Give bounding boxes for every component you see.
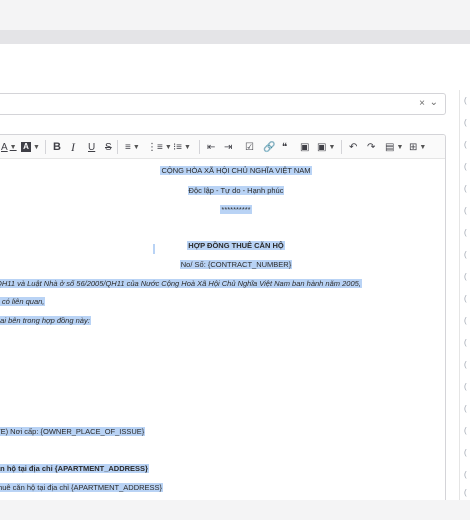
side-item[interactable]: ( — [464, 140, 467, 149]
background-color-button[interactable]: A ▼ — [21, 139, 40, 155]
toolbar-divider — [199, 140, 200, 154]
doc-country-line: CỘNG HÒA XÃ HỘI CHỦ NGHĨA VIỆT NAM — [160, 166, 312, 175]
doc-stars-line: ********** — [220, 205, 252, 214]
side-item[interactable]: ( — [464, 162, 467, 171]
quote-icon[interactable]: ❝ — [282, 139, 287, 155]
side-item[interactable]: ( — [464, 470, 467, 479]
top-bar — [0, 0, 470, 30]
doc-apartment-line: ăn hộ tại địa chỉ {APARTMENT_ADDRESS} — [0, 463, 149, 474]
doc-title: HỢP ĐỒNG THUÊ CĂN HỘ — [187, 241, 285, 250]
align-button[interactable]: ≡ ▼ — [125, 139, 140, 155]
side-item[interactable]: ( — [464, 118, 467, 127]
editor-toolbar: A ▼ A ▼ B I U S ≡ ▼ ⋮≡ ▼ ⁝≡ ▼ ⇤ ⇥ ☑ 🔗 ❝ ▣ ▣ ▼ … — [0, 135, 445, 159]
side-item[interactable]: ( — [464, 96, 467, 105]
side-item[interactable]: ( — [464, 184, 467, 193]
doc-law-line: QH11 và Luật Nhà ở số 56/2005/QH11 của N… — [0, 278, 362, 289]
side-item[interactable]: ( — [464, 382, 467, 391]
doc-contract-number: No/ Số: {CONTRACT_NUMBER} — [179, 260, 293, 269]
checklist-icon[interactable]: ☑ — [245, 139, 254, 155]
side-item[interactable]: ( — [464, 360, 467, 369]
side-item[interactable]: ( — [464, 316, 467, 325]
clear-icon[interactable]: × — [419, 98, 425, 109]
doc-owner-issue-line: TE) Nơi cấp: {OWNER_PLACE_OF_ISSUE} — [0, 426, 146, 437]
toolbar-divider — [45, 140, 46, 154]
template-icon: ▤ — [385, 141, 395, 153]
doc-rent-line: thuê căn hộ tại địa chỉ {APARTMENT_ADDRE… — [0, 482, 164, 493]
editor-content[interactable]: CỘNG HÒA XÃ HỘI CHỦ NGHĨA VIỆT NAM Độc l… — [0, 160, 445, 503]
template-button[interactable]: ▤ ▼ — [385, 139, 403, 155]
bold-button[interactable]: B — [53, 139, 61, 155]
side-item[interactable]: ( — [464, 272, 467, 281]
undo-icon[interactable]: ↶ — [349, 139, 357, 155]
indent-icon[interactable]: ⇥ — [224, 139, 232, 155]
unordered-list-button[interactable]: ⁝≡ ▼ — [173, 139, 191, 155]
side-item[interactable]: ( — [464, 206, 467, 215]
font-color-button[interactable]: A ▼ — [1, 139, 17, 155]
doc-parties-line: hai bên trong hợp đồng này: — [0, 315, 91, 326]
side-item[interactable]: ( — [464, 488, 467, 497]
ordered-list-icon: ⋮≡ — [147, 141, 163, 153]
rich-text-editor[interactable]: A ▼ A ▼ B I U S ≡ ▼ ⋮≡ ▼ ⁝≡ ▼ ⇤ ⇥ ☑ 🔗 ❝ ▣ ▣ ▼ … — [0, 134, 446, 504]
side-item[interactable]: ( — [464, 338, 467, 347]
media-button[interactable]: ▣ ▼ — [317, 139, 335, 155]
chevron-down-icon[interactable]: ⌄ — [430, 97, 438, 108]
strikethrough-button[interactable]: S — [105, 139, 112, 155]
toolbar-divider — [117, 140, 118, 154]
align-icon: ≡ — [125, 141, 131, 153]
template-select[interactable]: × ⌄ — [0, 93, 446, 115]
ordered-list-button[interactable]: ⋮≡ ▼ — [147, 139, 172, 155]
bottom-bar — [0, 500, 470, 520]
image-icon[interactable]: ▣ — [300, 139, 309, 155]
redo-icon[interactable]: ↷ — [367, 139, 375, 155]
toolbar-divider — [341, 140, 342, 154]
table-icon: ⊞ — [409, 141, 418, 153]
header-divider-band — [0, 30, 470, 44]
doc-motto-line: Độc lập - Tự do - Hạnh phúc — [187, 186, 285, 195]
doc-related-line: c có liên quan, — [0, 296, 46, 307]
side-item[interactable]: ( — [464, 294, 467, 303]
side-item[interactable]: ( — [464, 404, 467, 413]
underline-button[interactable]: U — [88, 139, 95, 155]
media-icon: ▣ — [317, 141, 327, 153]
link-icon[interactable]: 🔗 — [263, 139, 275, 155]
italic-button[interactable]: I — [71, 139, 75, 155]
unordered-list-icon: ⁝≡ — [173, 141, 183, 153]
side-panel: ( ( ( ( ( ( ( ( ( ( ( ( ( ( ( ( ( ( ( — [459, 90, 470, 500]
outdent-icon[interactable]: ⇤ — [207, 139, 215, 155]
side-item[interactable]: ( — [464, 250, 467, 259]
side-item[interactable]: ( — [464, 228, 467, 237]
side-item[interactable]: ( — [464, 448, 467, 457]
side-item[interactable]: ( — [464, 426, 467, 435]
table-button[interactable]: ⊞ ▼ — [409, 139, 426, 155]
